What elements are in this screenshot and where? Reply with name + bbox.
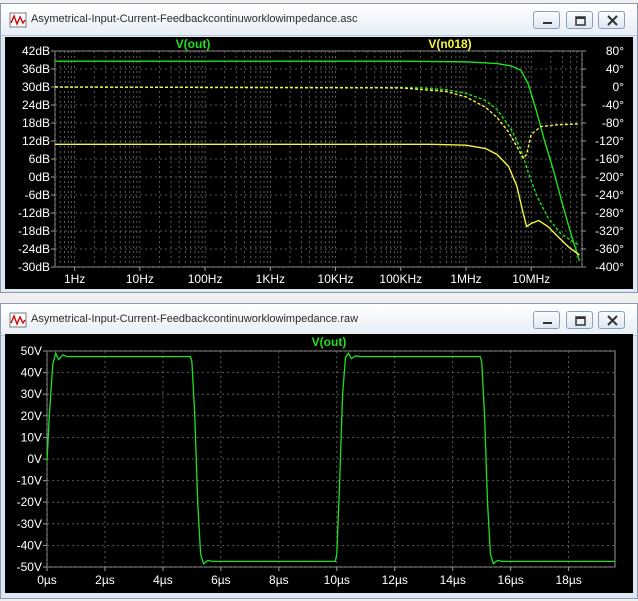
y-tick-label-right: -360° [595, 242, 624, 256]
y-tick-label-right: -40° [602, 98, 624, 112]
y-tick-label: 20V [21, 409, 42, 423]
y-tick-label-right: -320° [595, 224, 624, 238]
y-tick-label: 40V [21, 366, 42, 380]
x-tick-label: 4µs [153, 573, 173, 587]
x-tick-label: 16µs [498, 573, 524, 587]
y-tick-label-right: -240° [595, 188, 624, 202]
y-tick-label-left: 18dB [22, 116, 50, 130]
y-tick-label-left: -30dB [18, 260, 50, 274]
y-tick-label-right: 80° [606, 44, 624, 58]
y-tick-label: -30V [17, 517, 42, 531]
x-tick-label: 10Hz [126, 272, 154, 286]
x-tick-label: 14µs [440, 573, 466, 587]
x-tick-label: 6µs [211, 573, 231, 587]
close-button[interactable] [598, 11, 625, 29]
x-axis-ticks: 1Hz 10Hz 100Hz 1KHz 10KHz 100KHz 1MHz 10MHz [64, 267, 550, 286]
y-tick-label-right: -160° [595, 152, 624, 166]
y-tick-label-right: 0° [613, 80, 625, 94]
y-tick-label-right: -280° [595, 206, 624, 220]
y-tick-label-left: -24dB [18, 242, 50, 256]
window-title: Asymetrical-Input-Current-Feedbackcontin… [31, 313, 359, 325]
trace-label-vn018[interactable]: V(n018) [428, 37, 471, 51]
y-tick-label: -10V [17, 474, 42, 488]
transient-plot-window: Asymetrical-Input-Current-Feedbackcontin… [0, 303, 638, 599]
y-tick-label-left: 0dB [29, 170, 50, 184]
x-tick-label: 100KHz [379, 272, 422, 286]
y-axis-right-ticks: 80° 40° 0° -40° -80° -120° -160° -200° -240° -280… [582, 44, 624, 274]
restore-icon [575, 16, 586, 26]
close-button[interactable] [598, 311, 625, 329]
y-tick-label-left: 24dB [22, 98, 50, 112]
y-tick-label-left: 6dB [29, 152, 50, 166]
x-tick-label: 0µs [37, 573, 57, 587]
x-tick-label: 10µs [324, 573, 350, 587]
y-tick-label-left: -12dB [18, 206, 50, 220]
y-tick-label-right: -400° [595, 260, 624, 274]
plot-traces [46, 351, 615, 565]
y-axis-left-ticks: 42dB 36dB 30dB 24dB 18dB 12dB 6dB 0dB -6dB -12dB -… [18, 44, 55, 274]
y-tick-label: -40V [17, 538, 42, 552]
y-tick-label-left: -18dB [18, 224, 50, 238]
ac-plot-window: Asymetrical-Input-Current-Feedbackcontin… [0, 3, 638, 293]
x-axis-ticks: 0µs 2µs 4µs 6µs 8µs 10µs 12µs 14µs 16µs 18µs [37, 567, 582, 587]
y-tick-label-left: 12dB [22, 134, 50, 148]
y-tick-label: 0V [27, 452, 42, 466]
plot-grid [46, 350, 616, 568]
trace-vout [46, 351, 615, 565]
x-tick-label: 18µs [555, 573, 581, 587]
y-tick-label: 30V [21, 387, 42, 401]
x-tick-label: 10MHz [512, 272, 550, 286]
x-tick-label: 1MHz [450, 272, 481, 286]
y-tick-label-left: 30dB [22, 80, 50, 94]
restore-button[interactable] [566, 11, 593, 29]
x-tick-label: 8µs [269, 573, 289, 587]
close-icon [607, 315, 618, 326]
ltspice-app-icon [9, 12, 27, 28]
ltspice-app-icon [9, 312, 27, 328]
trace-vn018-magnitude [55, 143, 580, 256]
x-tick-label: 10KHz [318, 272, 354, 286]
y-axis-ticks: 50V 40V 30V 20V 10V 0V -10V -20V -30V -40V -50V [17, 344, 47, 574]
x-tick-label: 2µs [95, 573, 115, 587]
window-titlebar[interactable]: Asymetrical-Input-Current-Feedbackcontin… [1, 4, 637, 36]
minimize-button[interactable] [533, 11, 560, 29]
trace-label-vout[interactable]: V(out) [312, 335, 347, 349]
y-tick-label-left: 42dB [22, 44, 50, 58]
y-tick-label: -20V [17, 495, 42, 509]
y-tick-label-right: -80° [602, 116, 624, 130]
x-tick-label: 100Hz [188, 272, 223, 286]
transient-plot[interactable]: 50V 40V 30V 20V 10V 0V -10V -20V -30V -40V -50V 0µ… [5, 334, 633, 593]
x-tick-label: 12µs [382, 573, 408, 587]
restore-icon [575, 316, 586, 326]
x-tick-label: 1Hz [64, 272, 85, 286]
close-icon [607, 15, 618, 26]
minimize-button[interactable] [533, 311, 560, 329]
y-tick-label: -50V [17, 560, 42, 574]
minimize-icon [543, 322, 552, 324]
trace-label-vout[interactable]: V(out) [176, 37, 211, 51]
bode-plot[interactable]: 42dB 36dB 30dB 24dB 18dB 12dB 6dB 0dB -6dB -12dB -… [5, 37, 633, 289]
y-tick-label-right: -200° [595, 170, 624, 184]
y-tick-label-right: -120° [595, 134, 624, 148]
y-tick-label-right: 40° [606, 62, 624, 76]
window-titlebar[interactable]: Asymetrical-Input-Current-Feedbackcontin… [1, 304, 637, 336]
y-tick-label-left: 36dB [22, 62, 50, 76]
restore-button[interactable] [566, 311, 593, 329]
y-tick-label-left: -6dB [25, 188, 50, 202]
y-tick-label: 10V [21, 430, 42, 444]
x-tick-label: 1KHz [256, 272, 285, 286]
minimize-icon [543, 22, 552, 24]
window-title: Asymetrical-Input-Current-Feedbackcontin… [31, 13, 358, 25]
plot-grid [54, 50, 583, 268]
y-tick-label: 50V [21, 344, 42, 358]
plot-frame [54, 50, 583, 268]
